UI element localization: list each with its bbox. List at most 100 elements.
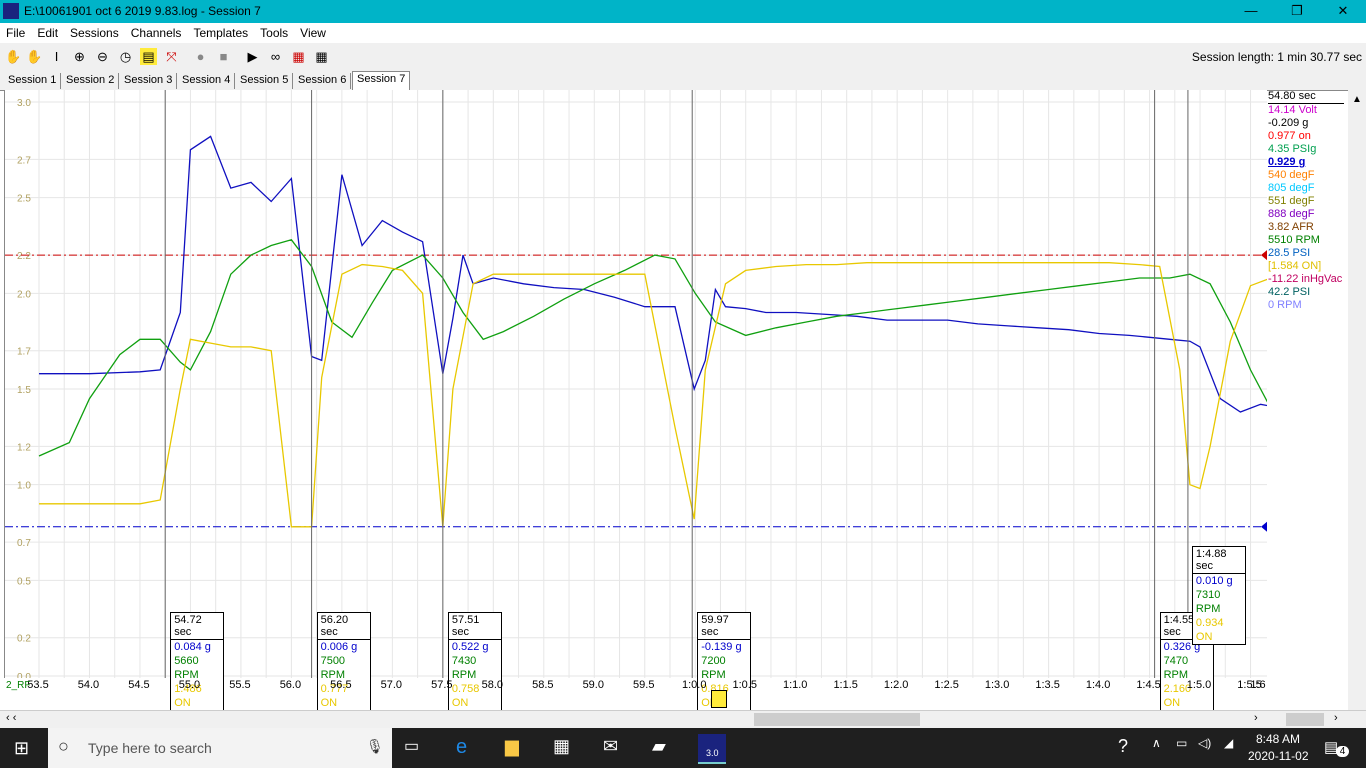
volume-icon[interactable]: ◁) <box>1198 736 1222 760</box>
chart-svg[interactable]: 3.02.72.52.22.01.71.51.21.00.70.50.20.0 <box>5 90 1302 683</box>
zoom-in-icon[interactable]: ⊕ <box>71 48 88 65</box>
scroll-thumb[interactable] <box>754 713 920 726</box>
file-explorer-icon[interactable]: ▆ <box>505 736 529 760</box>
y-tick-label: 2.5 <box>17 194 31 205</box>
record-icon[interactable]: ● <box>192 48 209 65</box>
x-tick-label: 59.5 <box>633 679 654 691</box>
cursor-text-icon[interactable]: I <box>48 48 65 65</box>
window-title: E:\10061901 oct 6 2019 9.83.log - Sessio… <box>24 4 261 18</box>
tab-session-4[interactable]: Session 4 <box>178 73 236 89</box>
tab-session-1[interactable]: Session 1 <box>4 73 62 89</box>
tab-session-2[interactable]: Session 2 <box>62 73 120 89</box>
tab-session-3[interactable]: Session 3 <box>120 73 178 89</box>
legend-item[interactable]: 805 degF <box>1268 182 1348 195</box>
clock-icon[interactable]: ◷ <box>117 48 134 65</box>
play-icon[interactable]: ▶ <box>244 48 261 65</box>
menu-templates[interactable]: Templates <box>187 23 254 42</box>
task-view-icon[interactable]: ▭ <box>404 736 428 760</box>
chart-plot-area[interactable]: 3.0 2.7 2.5 2.2 2.0 1.7 1.5 1.2 1.0 0.7 0.5 0.2 0.0 … <box>4 90 1302 711</box>
scroll-right-end-icon[interactable]: › <box>1334 712 1338 724</box>
x-tick-label: 1:1.0 <box>783 679 807 691</box>
cursor-readout[interactable]: 1:4.88 sec 0.010 g 7310 RPM 0.934 ON <box>1191 546 1246 645</box>
menu-edit[interactable]: Edit <box>31 23 64 42</box>
clock-date[interactable]: 2020-11-02 <box>1248 749 1309 763</box>
minimize-button[interactable]: — <box>1228 0 1274 23</box>
stop-icon[interactable]: ■ <box>215 48 232 65</box>
menu-channels[interactable]: Channels <box>125 23 188 42</box>
legend-item[interactable]: 14.14 Volt <box>1268 104 1348 117</box>
maximize-button[interactable]: ❐ <box>1274 0 1320 23</box>
x-tick-label: 57.5 <box>431 679 452 691</box>
x-tick-label: 1:6 <box>1250 679 1265 691</box>
taskbar-search[interactable]: ○ Type here to search 🎙 <box>48 728 392 768</box>
tab-session-5[interactable]: Session 5 <box>236 73 294 89</box>
chevron-up-icon[interactable]: ∧ <box>1152 736 1176 760</box>
store-icon[interactable]: ▦ <box>553 736 577 760</box>
table-icon[interactable]: ▦ <box>313 48 330 65</box>
cursor-value: 0.010 g <box>1195 575 1233 587</box>
x-tick-label: 1:3.5 <box>1035 679 1059 691</box>
legend-item[interactable]: -11.22 inHgVac <box>1268 273 1348 286</box>
menu-file[interactable]: File <box>0 23 31 42</box>
app-taskbar-icon[interactable]: 3.0 <box>698 734 726 764</box>
mic-icon[interactable]: 🎙 <box>366 738 384 755</box>
tab-session-6[interactable]: Session 6 <box>294 73 352 89</box>
legend-item[interactable]: 551 degF <box>1268 195 1348 208</box>
legend-item[interactable]: 0.929 g <box>1268 156 1348 169</box>
battery-icon[interactable]: ▭ <box>1176 736 1200 760</box>
network-icon[interactable]: ◢ <box>1224 736 1248 760</box>
x-tick-label: 59.0 <box>583 679 604 691</box>
legend-item[interactable]: 0.977 on <box>1268 130 1348 143</box>
menu-view[interactable]: View <box>294 23 332 42</box>
close-button[interactable]: ✕ <box>1320 0 1366 23</box>
x-tick-label: 58.0 <box>482 679 503 691</box>
legend-item[interactable]: 4.35 PSIg <box>1268 143 1348 156</box>
tab-session-7[interactable]: Session 7 <box>352 71 411 91</box>
x-tick-label: 1:3.0 <box>985 679 1009 691</box>
menu-sessions[interactable]: Sessions <box>64 23 125 42</box>
menu-tools[interactable]: Tools <box>254 23 294 42</box>
note-marker-icon[interactable] <box>711 690 727 708</box>
x-tick-label: 1:4.5 <box>1136 679 1160 691</box>
legend-item[interactable]: 42.2 PSI <box>1268 286 1348 299</box>
sticky-notes-icon[interactable]: ▰ <box>652 736 676 760</box>
scroll-left-icon[interactable]: ‹ ‹ <box>6 712 16 724</box>
help-icon[interactable]: ? <box>1118 736 1142 760</box>
zoom-out-icon[interactable]: ⊖ <box>94 48 111 65</box>
scroll-thumb-right[interactable] <box>1286 713 1324 726</box>
scroll-right-icon[interactable]: › <box>1254 712 1258 724</box>
legend-item[interactable]: 28.5 PSI <box>1268 247 1348 260</box>
app-logo-icon <box>3 3 19 19</box>
mail-icon[interactable]: ✉ <box>603 736 627 760</box>
legend-item[interactable]: -0.209 g <box>1268 117 1348 130</box>
reference-marker-icon <box>1261 521 1267 532</box>
hand-alt-icon[interactable]: ✋ <box>26 48 43 65</box>
note-icon[interactable]: ▤ <box>140 48 157 65</box>
vertical-scrollbar[interactable]: ▲ <box>1348 90 1366 710</box>
x-axis-svg: 53.5 54.0 54.5 55.0 55.5 56.0 56.5 57.0 57.5 58.0… <box>6 679 1266 691</box>
legend-item[interactable]: 3.82 AFR <box>1268 221 1348 234</box>
x-tick-label: 1:1.5 <box>833 679 857 691</box>
windows-start-icon[interactable]: ⊞ <box>14 738 29 759</box>
legend-item[interactable]: 888 degF <box>1268 208 1348 221</box>
cursor-time: 1:4.88 sec <box>1192 547 1245 574</box>
chart-icon[interactable]: ▦ <box>290 48 307 65</box>
scroll-up-icon[interactable]: ▲ <box>1352 94 1362 105</box>
cursor-time: 59.97 sec <box>698 613 751 640</box>
hand-icon[interactable]: ✋ <box>5 48 22 65</box>
horizontal-scrollbar[interactable]: ‹ ‹ › › <box>0 710 1366 728</box>
y-tick-label: 1.7 <box>17 347 31 358</box>
x-tick-label: 1:5.0 <box>1187 679 1211 691</box>
cursor-time: 56.20 sec <box>317 613 370 640</box>
fork-icon[interactable]: ⤧ <box>163 48 180 65</box>
legend-item[interactable]: [1.584 ON] <box>1268 260 1348 273</box>
cursor-value: 0.006 g <box>320 641 358 653</box>
channel-legend: 54.80 sec 14.14 Volt -0.209 g 0.977 on 4.35… <box>1268 90 1348 370</box>
clock-time[interactable]: 8:48 AM <box>1256 732 1300 746</box>
edge-icon[interactable]: e <box>456 736 480 760</box>
y-tick-label: 0.5 <box>17 576 31 587</box>
legend-item[interactable]: 540 degF <box>1268 169 1348 182</box>
legend-item[interactable]: 5510 RPM <box>1268 234 1348 247</box>
legend-item[interactable]: 0 RPM <box>1268 299 1348 312</box>
binoculars-icon[interactable]: ∞ <box>267 48 284 65</box>
